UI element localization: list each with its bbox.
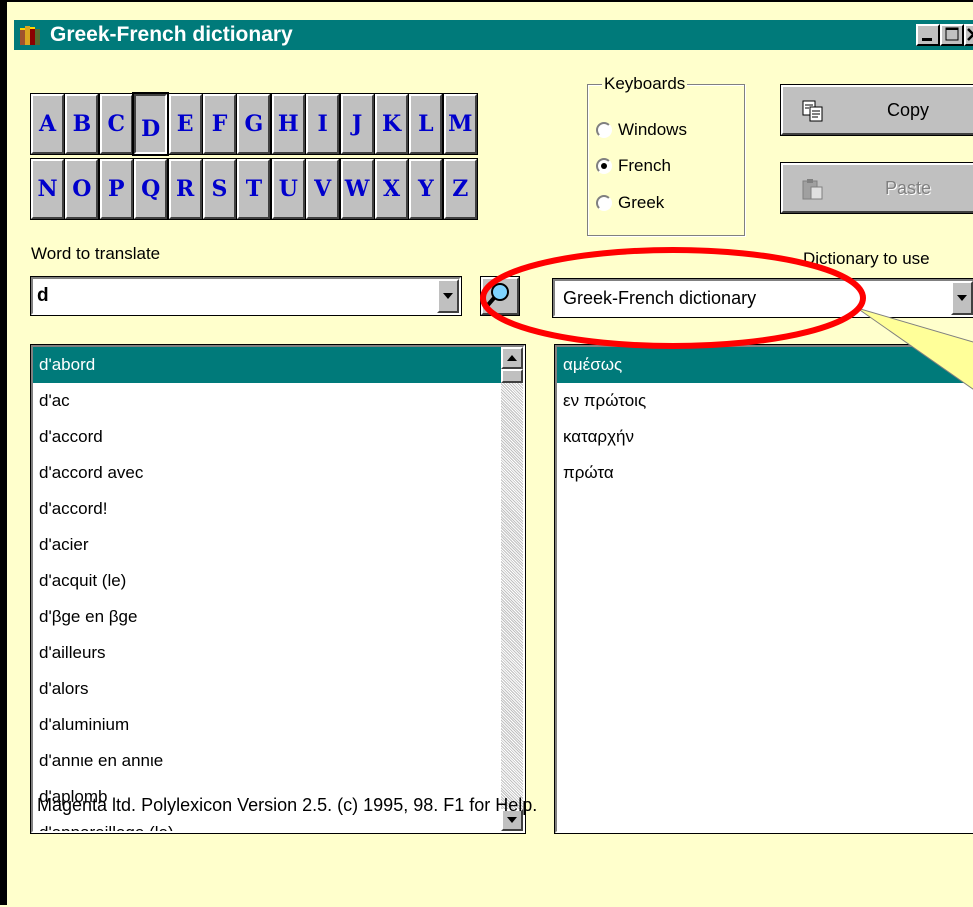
copy-label: Copy [886,100,930,120]
minimize-button[interactable] [916,24,940,46]
window-title: Greek-French dictionary [50,23,293,46]
list-item[interactable]: d'aluminium [33,707,523,743]
maximize-icon [945,27,959,41]
list-item[interactable]: καταρχήν [557,419,973,455]
search-button[interactable] [480,276,520,316]
letter-button-w[interactable]: W [339,158,375,220]
chevron-down-icon [443,293,453,299]
magnifier-icon [485,283,509,308]
letter-button-l[interactable]: L [408,93,444,155]
word-dropdown-button[interactable] [437,279,459,313]
letter-button-k[interactable]: K [374,93,409,155]
letter-button-i[interactable]: I [305,93,341,155]
word-input[interactable]: d [37,285,49,307]
copy-button[interactable]: Copy [780,84,973,136]
list-item[interactable]: d'abord [33,347,523,383]
radio-french[interactable]: French [596,154,671,178]
keyboards-group: Keyboards Windows French Greek [587,74,745,236]
chevron-down-icon [957,295,967,301]
list-item[interactable]: d'acier [33,527,523,563]
app-window: Greek-French dictionary Keyboards Window… [0,0,973,905]
radio-greek-indicator[interactable] [596,195,612,211]
maximize-button[interactable] [940,24,964,46]
list-item[interactable]: d'accord! [33,491,523,527]
list-item[interactable]: d'annιe en annιe [33,743,523,779]
letter-button-g[interactable]: G [236,93,272,155]
list-item[interactable]: d'accord [33,419,523,455]
list-item[interactable]: αμέσως [557,347,973,383]
dictionary-label: Dictionary to use [803,249,930,268]
minimize-icon [922,38,932,41]
letter-button-h[interactable]: H [270,93,306,155]
letter-button-v[interactable]: V [305,158,341,220]
radio-windows-label: Windows [618,120,687,139]
close-icon [967,28,973,41]
copy-icon [802,100,823,122]
letter-button-s[interactable]: S [202,158,237,220]
list-item[interactable]: εν πρώτοις [557,383,973,419]
letter-button-p[interactable]: P [98,158,134,220]
letter-button-z[interactable]: Z [442,158,478,220]
list-item[interactable]: d'accord avec [33,455,523,491]
letter-button-o[interactable]: O [64,158,100,220]
radio-french-indicator[interactable] [596,158,612,174]
list-item[interactable]: d'βge en βge [33,599,523,635]
word-list-scrollbar[interactable] [501,347,523,831]
close-button[interactable] [964,24,973,46]
dictionary-select[interactable]: Greek-French dictionary [563,288,756,309]
radio-windows[interactable]: Windows [596,118,687,142]
letter-button-j[interactable]: J [339,93,375,155]
list-item[interactable]: d'alors [33,671,523,707]
letter-button-b[interactable]: B [64,93,100,155]
dictionary-dropdown-button[interactable] [951,281,973,315]
translation-list[interactable]: αμέσως εν πρώτοις καταρχήν πρώτα [554,344,973,834]
list-item[interactable]: d'appareillage (le) [33,815,523,831]
status-bar-text: Magenta ltd. Polylexicon Version 2.5. (c… [37,795,538,815]
list-item[interactable]: d'ac [33,383,523,419]
radio-greek[interactable]: Greek [596,191,664,215]
letter-button-a[interactable]: A [30,93,65,155]
list-item[interactable]: πρώτα [557,455,973,491]
letter-button-r[interactable]: R [167,158,203,220]
list-item[interactable]: d'ailleurs [33,635,523,671]
books-icon [20,26,40,45]
letter-button-e[interactable]: E [167,93,203,155]
radio-greek-label: Greek [618,193,665,212]
dictionary-combobox[interactable]: Greek-French dictionary [552,278,973,318]
title-bar[interactable]: Greek-French dictionary [14,20,973,50]
radio-french-label: French [618,156,671,175]
list-item[interactable]: d'acquit (le) [33,563,523,599]
paste-label: Paste [884,178,932,198]
letter-button-c[interactable]: C [98,93,134,155]
letter-button-x[interactable]: X [374,158,409,220]
letter-button-q[interactable]: Q [133,158,169,220]
paste-icon [802,179,823,200]
word-combobox[interactable]: d [30,276,462,316]
word-to-translate-label: Word to translate [31,244,161,263]
arrow-up-icon [507,355,517,361]
scroll-thumb[interactable] [501,369,523,383]
scroll-up-button[interactable] [501,347,523,369]
letter-button-y[interactable]: Y [408,158,444,220]
radio-windows-indicator[interactable] [596,122,612,138]
letter-button-d[interactable]: D [132,92,170,156]
letter-button-t[interactable]: T [236,158,272,220]
keyboards-legend: Keyboards [602,74,688,94]
word-list-items: d'abord d'ac d'accord d'accord avec d'accord… [33,347,523,831]
letter-button-m[interactable]: M [442,93,478,155]
arrow-down-icon [507,817,517,823]
letter-button-u[interactable]: U [270,158,306,220]
paste-button[interactable]: Paste [780,162,973,214]
letter-button-f[interactable]: F [202,93,237,155]
letter-button-n[interactable]: N [30,158,65,220]
word-list[interactable]: d'abord d'ac d'accord d'accord avec d'accord… [30,344,526,834]
translation-list-items: αμέσως εν πρώτοις καταρχήν πρώτα [557,347,973,491]
